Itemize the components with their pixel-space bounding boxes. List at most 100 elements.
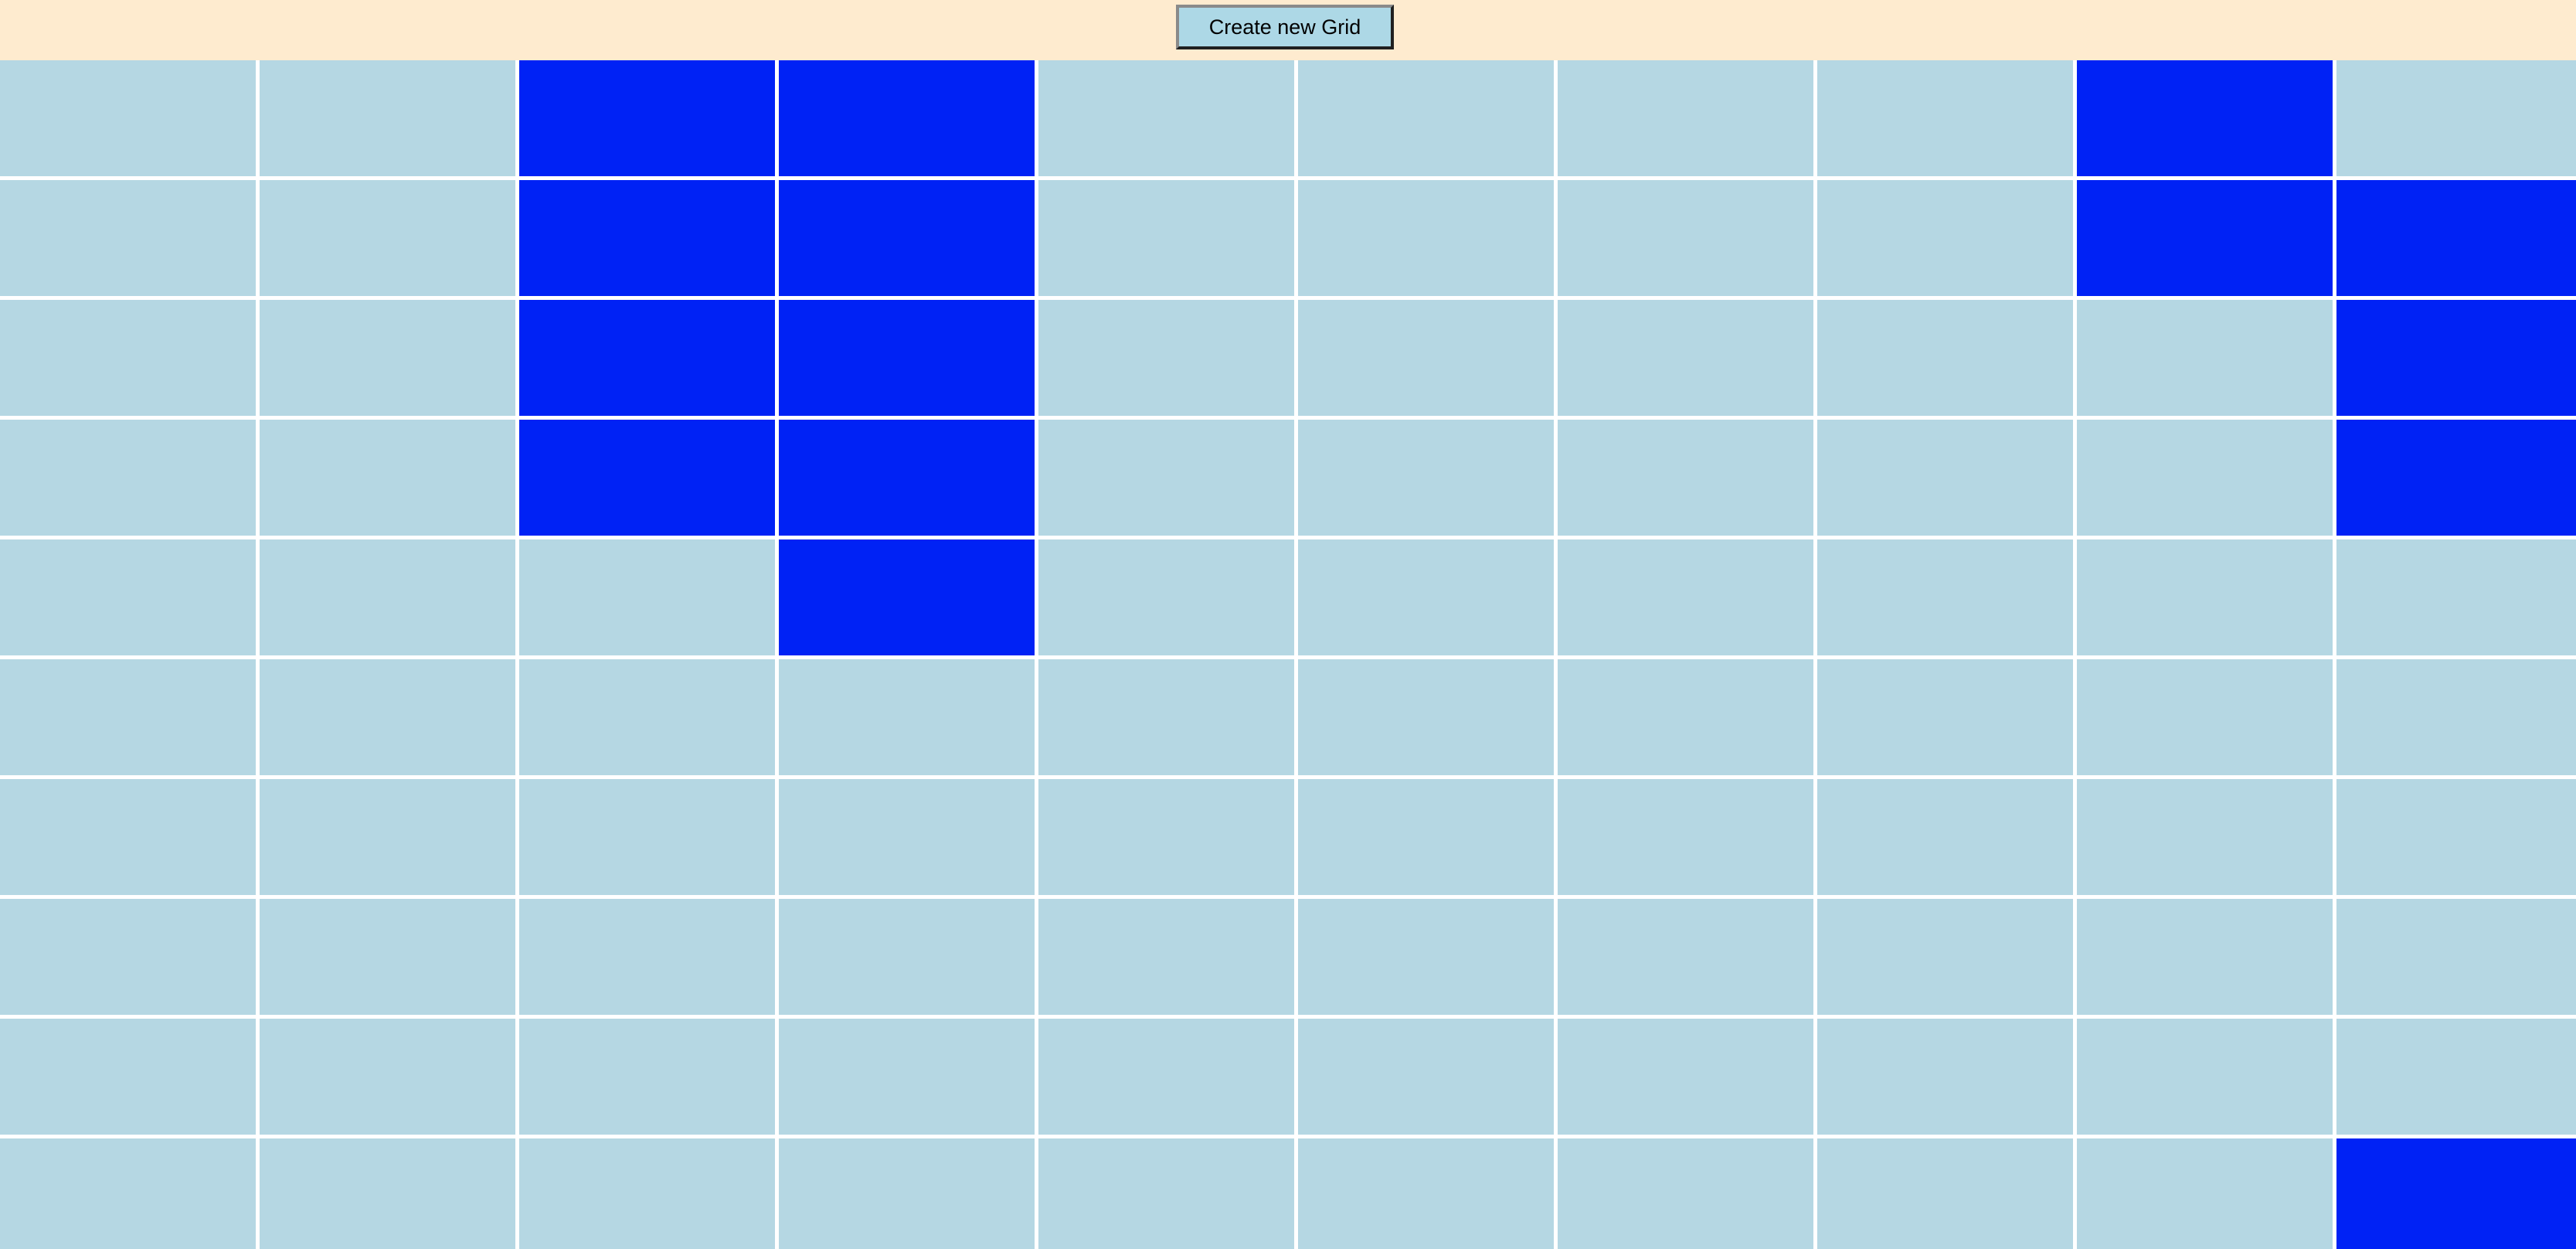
grid-cell[interactable]: [779, 300, 1035, 416]
grid-cell[interactable]: [1298, 420, 1554, 536]
grid-cell[interactable]: [1298, 1019, 1554, 1135]
grid-cell[interactable]: [1817, 899, 2073, 1015]
grid-cell[interactable]: [779, 659, 1035, 775]
grid-cell[interactable]: [519, 180, 775, 296]
grid-cell[interactable]: [0, 659, 256, 775]
grid-cell[interactable]: [2336, 899, 2576, 1015]
grid-cell[interactable]: [1817, 180, 2073, 296]
grid-cell[interactable]: [1298, 60, 1554, 176]
grid-cell[interactable]: [779, 60, 1035, 176]
grid-cell[interactable]: [779, 899, 1035, 1015]
create-new-grid-button[interactable]: Create new Grid: [1176, 5, 1394, 49]
grid-cell[interactable]: [1038, 60, 1294, 176]
grid-cell[interactable]: [0, 60, 256, 176]
grid-cell[interactable]: [0, 1019, 256, 1135]
grid-cell[interactable]: [2336, 1138, 2576, 1249]
grid-cell[interactable]: [1038, 779, 1294, 895]
grid-cell[interactable]: [1817, 1138, 2073, 1249]
grid-cell[interactable]: [0, 1138, 256, 1249]
grid-cell[interactable]: [2336, 60, 2576, 176]
grid-cell[interactable]: [2077, 1019, 2333, 1135]
grid-cell[interactable]: [2336, 420, 2576, 536]
grid-cell[interactable]: [519, 539, 775, 655]
grid-cell[interactable]: [1298, 180, 1554, 296]
grid-cell[interactable]: [0, 180, 256, 296]
grid-cell[interactable]: [779, 420, 1035, 536]
grid-cell[interactable]: [1558, 1138, 1813, 1249]
grid-cell[interactable]: [260, 1019, 515, 1135]
grid-cell[interactable]: [1558, 1019, 1813, 1135]
grid-cell[interactable]: [1298, 300, 1554, 416]
grid-cell[interactable]: [1038, 420, 1294, 536]
grid-cell[interactable]: [1558, 659, 1813, 775]
grid-cell[interactable]: [0, 300, 256, 416]
grid-cell[interactable]: [1817, 1019, 2073, 1135]
grid-cell[interactable]: [519, 60, 775, 176]
grid-cell[interactable]: [260, 420, 515, 536]
grid-cell[interactable]: [2077, 1138, 2333, 1249]
grid-cell[interactable]: [1817, 60, 2073, 176]
grid-cell[interactable]: [0, 899, 256, 1015]
grid-cell[interactable]: [2077, 300, 2333, 416]
grid-cell[interactable]: [260, 300, 515, 416]
grid-cell[interactable]: [1817, 659, 2073, 775]
grid-cell[interactable]: [2077, 60, 2333, 176]
grid-cell[interactable]: [2077, 180, 2333, 296]
grid-cell[interactable]: [1038, 899, 1294, 1015]
grid-cell[interactable]: [1038, 300, 1294, 416]
grid-cell[interactable]: [260, 779, 515, 895]
grid-cell[interactable]: [2336, 539, 2576, 655]
grid-cell[interactable]: [1558, 899, 1813, 1015]
grid-cell[interactable]: [519, 659, 775, 775]
grid-cell[interactable]: [260, 539, 515, 655]
grid-cell[interactable]: [260, 659, 515, 775]
grid-cell[interactable]: [1558, 300, 1813, 416]
grid-cell[interactable]: [779, 180, 1035, 296]
grid-cell[interactable]: [1817, 539, 2073, 655]
grid-cell[interactable]: [1558, 60, 1813, 176]
grid-cell[interactable]: [2077, 659, 2333, 775]
grid-cell[interactable]: [1038, 180, 1294, 296]
grid-cell[interactable]: [519, 300, 775, 416]
grid-cell[interactable]: [0, 779, 256, 895]
grid-cell[interactable]: [779, 779, 1035, 895]
grid-cell[interactable]: [779, 539, 1035, 655]
grid-cell[interactable]: [2336, 180, 2576, 296]
grid-cell[interactable]: [2336, 779, 2576, 895]
grid-cell[interactable]: [260, 899, 515, 1015]
grid-cell[interactable]: [1298, 899, 1554, 1015]
grid-cell[interactable]: [1038, 1138, 1294, 1249]
grid-cell[interactable]: [1558, 539, 1813, 655]
grid-cell[interactable]: [1038, 539, 1294, 655]
grid-cell[interactable]: [2077, 779, 2333, 895]
grid-cell[interactable]: [519, 779, 775, 895]
grid-cell[interactable]: [1038, 1019, 1294, 1135]
grid-cell[interactable]: [1817, 300, 2073, 416]
grid-cell[interactable]: [519, 1019, 775, 1135]
grid-cell[interactable]: [779, 1019, 1035, 1135]
grid-cell[interactable]: [1038, 659, 1294, 775]
grid-cell[interactable]: [1298, 539, 1554, 655]
grid-cell[interactable]: [2336, 659, 2576, 775]
grid-cell[interactable]: [1298, 1138, 1554, 1249]
grid-cell[interactable]: [2077, 420, 2333, 536]
grid-cell[interactable]: [2336, 300, 2576, 416]
grid-cell[interactable]: [1298, 659, 1554, 775]
grid-cell[interactable]: [0, 539, 256, 655]
grid-cell[interactable]: [260, 60, 515, 176]
grid-cell[interactable]: [260, 180, 515, 296]
grid-cell[interactable]: [2336, 1019, 2576, 1135]
grid-cell[interactable]: [1817, 420, 2073, 536]
grid-cell[interactable]: [519, 899, 775, 1015]
grid-cell[interactable]: [0, 420, 256, 536]
grid-cell[interactable]: [1817, 779, 2073, 895]
grid-cell[interactable]: [1558, 420, 1813, 536]
grid-cell[interactable]: [2077, 899, 2333, 1015]
grid-cell[interactable]: [519, 420, 775, 536]
grid-cell[interactable]: [260, 1138, 515, 1249]
grid-cell[interactable]: [1298, 779, 1554, 895]
grid-cell[interactable]: [2077, 539, 2333, 655]
grid-cell[interactable]: [519, 1138, 775, 1249]
grid-cell[interactable]: [779, 1138, 1035, 1249]
grid-cell[interactable]: [1558, 779, 1813, 895]
